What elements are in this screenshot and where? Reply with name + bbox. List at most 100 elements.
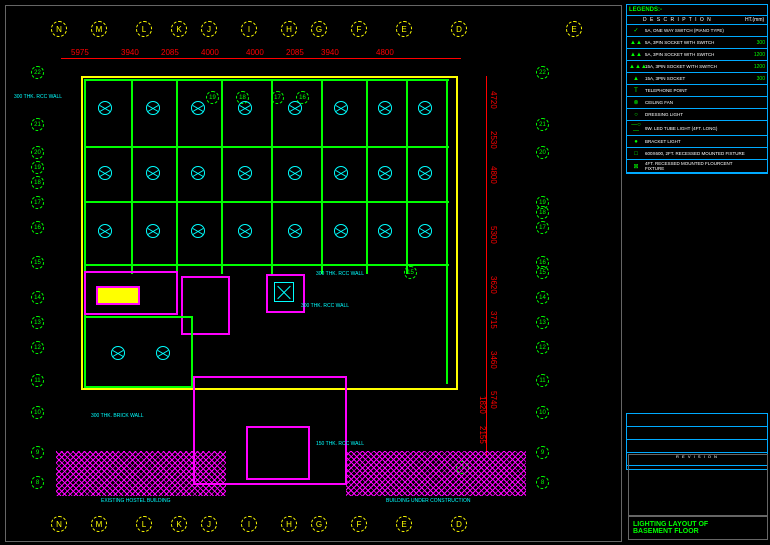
grid-bubble-bd: D (451, 516, 467, 532)
wall-h1 (84, 146, 449, 148)
grid-bubble-bf: F (351, 516, 367, 532)
grid-bubble-bh: H (281, 516, 297, 532)
dim-r-3715: 3715 (489, 311, 498, 329)
cad-canvas: N M L K J I H G F E D E N M L K J I H G … (0, 0, 770, 545)
grid-num-r17: 17 (536, 221, 549, 234)
dim-4000b: 4000 (246, 48, 264, 57)
wall-right (446, 79, 448, 384)
legend-row-5: TTELEPHONE POINT (627, 85, 767, 97)
ceiling-fan-17 (98, 224, 112, 238)
wall-top (84, 79, 449, 81)
legend-row-9: ●BRACKET LIGHT (627, 136, 767, 148)
grid-bubble-bn: N (51, 516, 67, 532)
ceiling-fan-4 (238, 101, 252, 115)
legend-symbol: —○— (629, 122, 643, 134)
grid-bubble-bg: G (311, 516, 327, 532)
legend-symbol: ○ (629, 112, 643, 118)
legend-description: 15A, 3PIN SOCKET WITH SWITCH (643, 64, 749, 69)
wall-v7 (406, 79, 408, 274)
grid-bubble-bk: K (171, 516, 187, 532)
grid-bubble-g: G (311, 21, 327, 37)
grid-num-l10: 10 (31, 406, 44, 419)
ceiling-fan-11 (191, 166, 205, 180)
grid-num-l20: 20 (31, 146, 44, 159)
legend-title: LEGENDS:- (627, 5, 767, 16)
legend-row-1: ▲▲5A, 3PIN SOCKET WITH SWITCH300 (627, 37, 767, 49)
grid-num-l14: 14 (31, 291, 44, 304)
wall-v3 (221, 79, 223, 274)
grid-bubble-k: K (171, 21, 187, 37)
title-block: LIGHTING LAYOUT OF BASEMENT FLOOR (628, 454, 768, 540)
legend-row-4: ▲15A, 3PIN SOCKET300 (627, 73, 767, 85)
legend-row-7: ○DRESSING LIGHT (627, 109, 767, 121)
dim-r-1820: 1820 (478, 396, 487, 414)
grid-bubble-m: M (91, 21, 107, 37)
legend-box: LEGENDS:- D E S C R I P T I O N HT.(mm) … (626, 4, 768, 174)
dim-r-2155: 2155 (478, 426, 487, 444)
legend-description: BRACKET LIGHT (643, 139, 749, 144)
wall-v2 (176, 79, 178, 274)
grid-bubble-i: I (241, 21, 257, 37)
legend-row-3: ▲▲▲15A, 3PIN SOCKET WITH SWITCH1200 (627, 61, 767, 73)
grid-bubble-bj: J (201, 516, 217, 532)
ceiling-fan-20 (238, 224, 252, 238)
ceiling-fan-15 (378, 166, 392, 180)
grid-num-r11: 11 (536, 374, 549, 387)
note-existing-hostel: EXISTING HOSTEL BUILDING (101, 498, 171, 504)
ceiling-fan-7 (378, 101, 392, 115)
wall-v5 (321, 79, 323, 274)
grid-num-l22: 22 (31, 66, 44, 79)
dim-4800: 4800 (376, 48, 394, 57)
grid-bubble-n: N (51, 21, 67, 37)
legend-description: DRESSING LIGHT (643, 112, 749, 117)
legend-symbol: ● (629, 139, 643, 145)
dim-2085b: 2085 (286, 48, 304, 57)
ceiling-fan-12 (238, 166, 252, 180)
legend-height: 1200 (749, 52, 765, 58)
grid-num-l21: 21 (31, 118, 44, 131)
grid-num-l17: 17 (31, 196, 44, 209)
wall-h2 (84, 201, 449, 203)
title-section-info (628, 454, 768, 516)
ceiling-fan-21 (288, 224, 302, 238)
grid-num-l9: 9 (31, 446, 44, 459)
note-rcc-150: 150 THK. RCC WALL (316, 441, 364, 447)
grid-num-r18: 18 (536, 206, 549, 219)
ceiling-fan-9 (98, 166, 112, 180)
grid-num-l13: 13 (31, 316, 44, 329)
drawing-title: LIGHTING LAYOUT OF BASEMENT FLOOR (628, 516, 768, 540)
legend-row-2: ▲▲5A, 3PIN SOCKET WITH SWITCH1200 (627, 49, 767, 61)
note-under-construction: BUILDING UNDER CONSTRUCTION (386, 498, 470, 504)
grid-num-r8: 8 (536, 476, 549, 489)
grid-num-l19: 19 (31, 161, 44, 174)
grid-num-r12: 12 (536, 341, 549, 354)
legend-symbol: ⊗ (629, 99, 643, 106)
dim-3940b: 3940 (321, 48, 339, 57)
ceiling-fan-2 (146, 101, 160, 115)
grid-num-r13: 13 (536, 316, 549, 329)
stair-block (246, 426, 310, 480)
legend-symbol: ▲ (629, 76, 643, 82)
grid-bubble-bm: M (91, 516, 107, 532)
title-block-sidebar: LEGENDS:- D E S C R I P T I O N HT.(mm) … (625, 0, 770, 545)
wall-yellow-inset (96, 286, 140, 305)
ceiling-fan-26 (156, 346, 170, 360)
dim-4000a: 4000 (201, 48, 219, 57)
legend-description: 4FT. RECESSED MOUNTED FLOURCENT FIXTURE (643, 161, 749, 171)
ceiling-fan-25 (111, 346, 125, 360)
hatch-existing-hostel (56, 451, 226, 496)
legend-header: D E S C R I P T I O N HT.(mm) (627, 16, 767, 25)
dim-r-5300: 5300 (489, 226, 498, 244)
note-rcc-wall-3: 300 THK. RCC WALL (301, 303, 349, 309)
drawing-viewport[interactable]: N M L K J I H G F E D E N M L K J I H G … (5, 5, 622, 542)
grid-bubble-l: L (136, 21, 152, 37)
note-rcc-wall-1: 300 THK. RCC WALL (14, 94, 62, 100)
legend-height: 300 (749, 76, 765, 82)
grid-num-r10: 10 (536, 406, 549, 419)
legend-symbol: T (629, 88, 643, 94)
legend-description: TELEPHONE POINT (643, 88, 749, 93)
hatch-construction (346, 451, 526, 496)
ceiling-fan-3 (191, 101, 205, 115)
revision-row-2 (627, 427, 767, 440)
ceiling-fan-18 (146, 224, 160, 238)
